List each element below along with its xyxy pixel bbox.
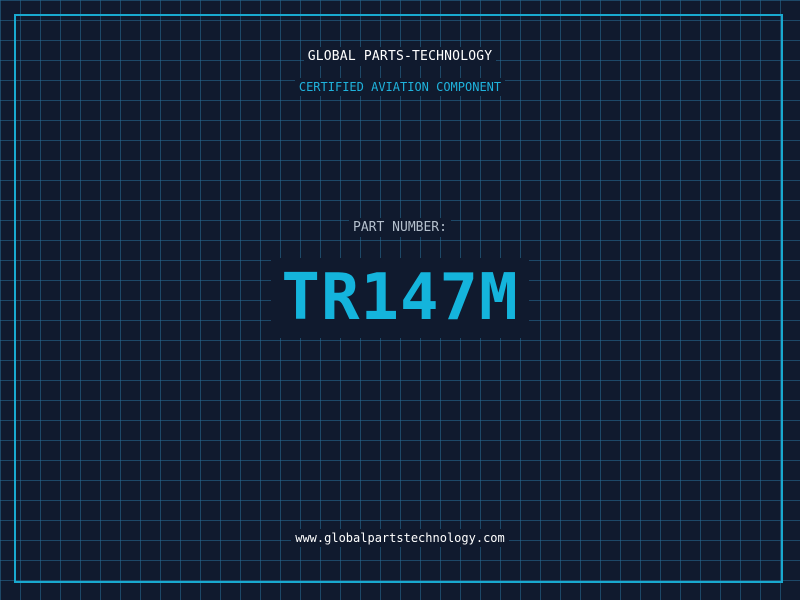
part-number: TR147M — [0, 258, 800, 338]
company-name-text: GLOBAL PARTS-TECHNOLOGY — [303, 47, 497, 66]
website-url: www.globalpartstechnology.com — [0, 529, 800, 547]
part-number-label: PART NUMBER: — [0, 218, 800, 237]
part-number-value: TR147M — [271, 258, 529, 338]
certification-subtitle: CERTIFIED AVIATION COMPONENT — [0, 78, 800, 96]
certification-subtitle-text: CERTIFIED AVIATION COMPONENT — [294, 78, 506, 96]
website-url-text: www.globalpartstechnology.com — [291, 529, 509, 547]
part-number-label-text: PART NUMBER: — [349, 218, 451, 237]
part-label-card: GLOBAL PARTS-TECHNOLOGY CERTIFIED AVIATI… — [0, 0, 800, 600]
company-name: GLOBAL PARTS-TECHNOLOGY — [0, 47, 800, 66]
